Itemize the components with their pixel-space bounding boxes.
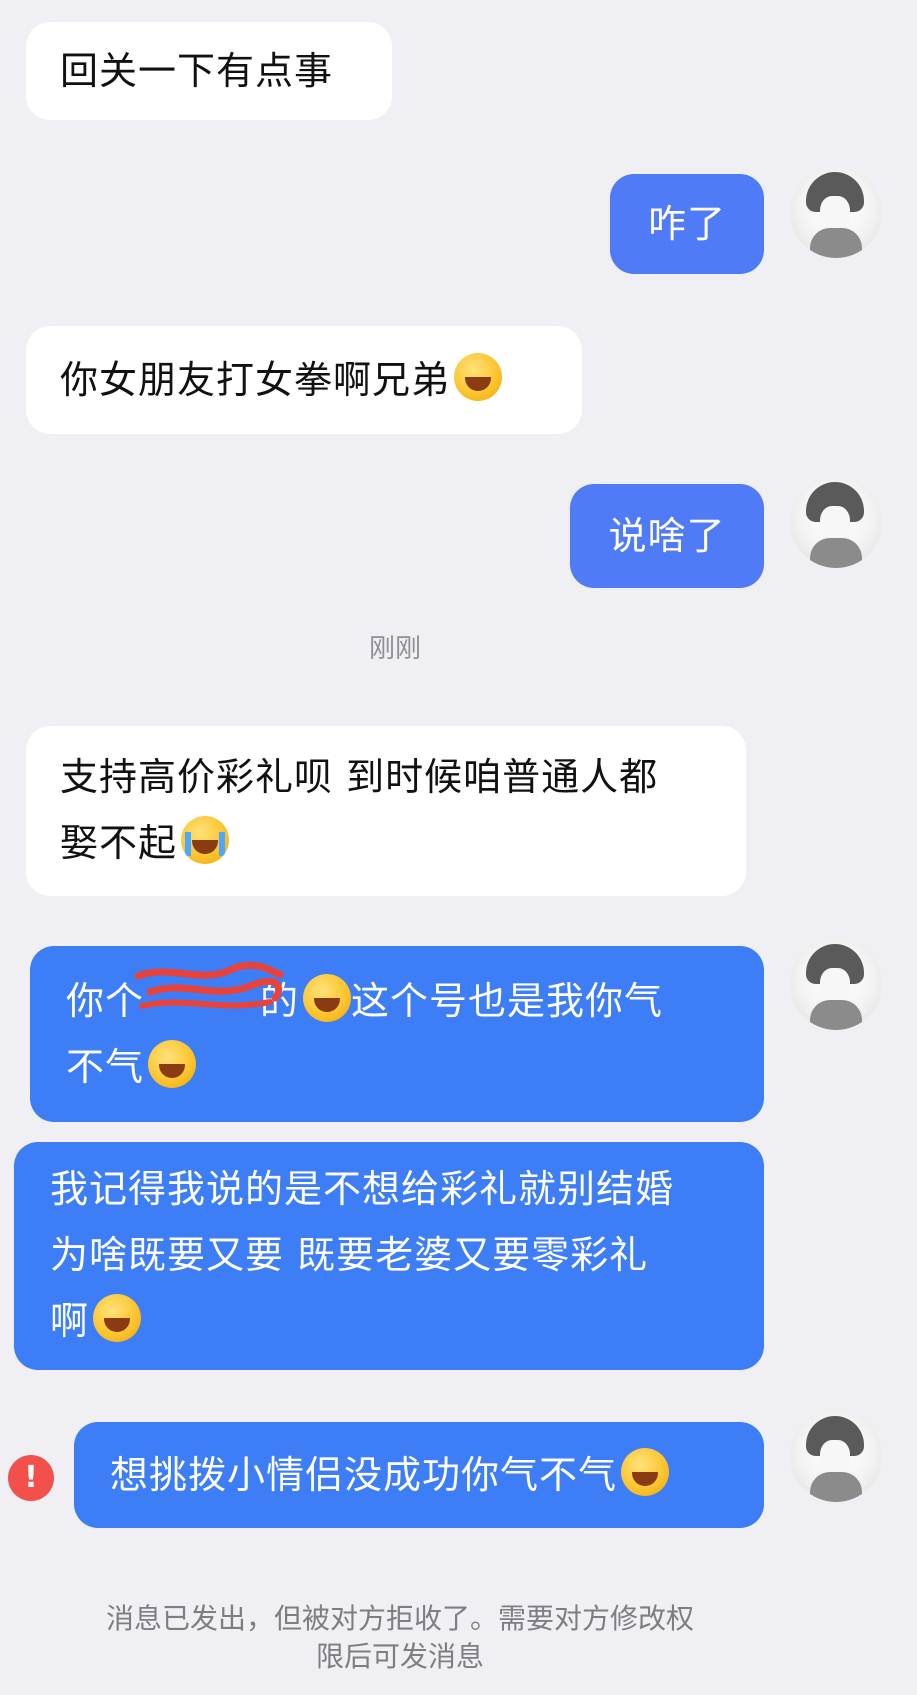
message-bubble-outgoing[interactable]: 咋了 [610,174,764,274]
warning-icon[interactable]: ! [8,1455,54,1501]
avatar[interactable] [790,166,882,258]
avatar[interactable] [790,476,882,568]
message-text: 想挑拨小情侣没成功你气不气 [110,1453,618,1497]
avatar[interactable] [790,1410,882,1502]
message-text: 回关一下有点事 [60,49,334,93]
system-notice-line: 限后可发消息 [315,1640,484,1673]
message-text: 不气 [66,1045,145,1089]
avatar[interactable] [790,938,882,1030]
message-bubble-incoming[interactable]: 回关一下有点事 [26,22,392,120]
message-bubble-outgoing[interactable]: 说啥了 [570,484,764,588]
laugh-cry-emoji-icon [303,974,352,1022]
message-text-line: 我记得我说的是不想给彩礼就别结婚 [50,1167,675,1211]
avatar-body-shape [810,1472,862,1502]
message-bubble-incoming[interactable]: 支持高价彩礼呗 到时候咱普通人都 娶不起 [26,726,746,896]
avatar-face-shape [820,1440,850,1476]
message-text-line: 支持高价彩礼呗 到时候咱普通人都 [60,755,659,799]
message-text-line: 啊 [50,1299,90,1343]
message-bubble-outgoing[interactable]: 我记得我说的是不想给彩礼就别结婚 为啥既要又要 既要老婆又要零彩礼 啊 [14,1142,764,1370]
message-text: 咋了 [647,202,726,246]
message-text-line: 娶不起 [60,821,178,865]
message-bubble-outgoing-failed[interactable]: 想挑拨小情侣没成功你气不气 [74,1422,764,1528]
message-text: 你女朋友打女拳啊兄弟 [60,358,451,402]
avatar-face-shape [820,506,850,542]
avatar-body-shape [810,1000,862,1030]
avatar-body-shape [810,538,862,568]
avatar-body-shape [810,228,862,258]
message-bubble-incoming[interactable]: 你女朋友打女拳啊兄弟 [26,326,582,434]
laugh-cry-emoji-icon [148,1040,197,1088]
laugh-cry-emoji-icon [93,1294,142,1342]
crying-emoji-icon [181,816,230,864]
avatar-face-shape [820,196,850,232]
message-text-line: 为啥既要又要 既要老婆又要零彩礼 [50,1233,649,1277]
message-text: 说啥了 [608,514,726,558]
timestamp: 刚刚 [368,634,421,664]
laugh-cry-emoji-icon [621,1448,670,1496]
avatar-face-shape [820,968,850,1004]
laugh-cry-emoji-icon [454,353,503,401]
message-text: 这个号也是我你气 [351,979,664,1023]
system-notice-line: 消息已发出，但被对方拒收了。需要对方修改权 [105,1602,694,1635]
red-scribble-redaction [134,961,284,1009]
system-notice: 消息已发出，但被对方拒收了。需要对方修改权 限后可发消息 [40,1600,760,1676]
